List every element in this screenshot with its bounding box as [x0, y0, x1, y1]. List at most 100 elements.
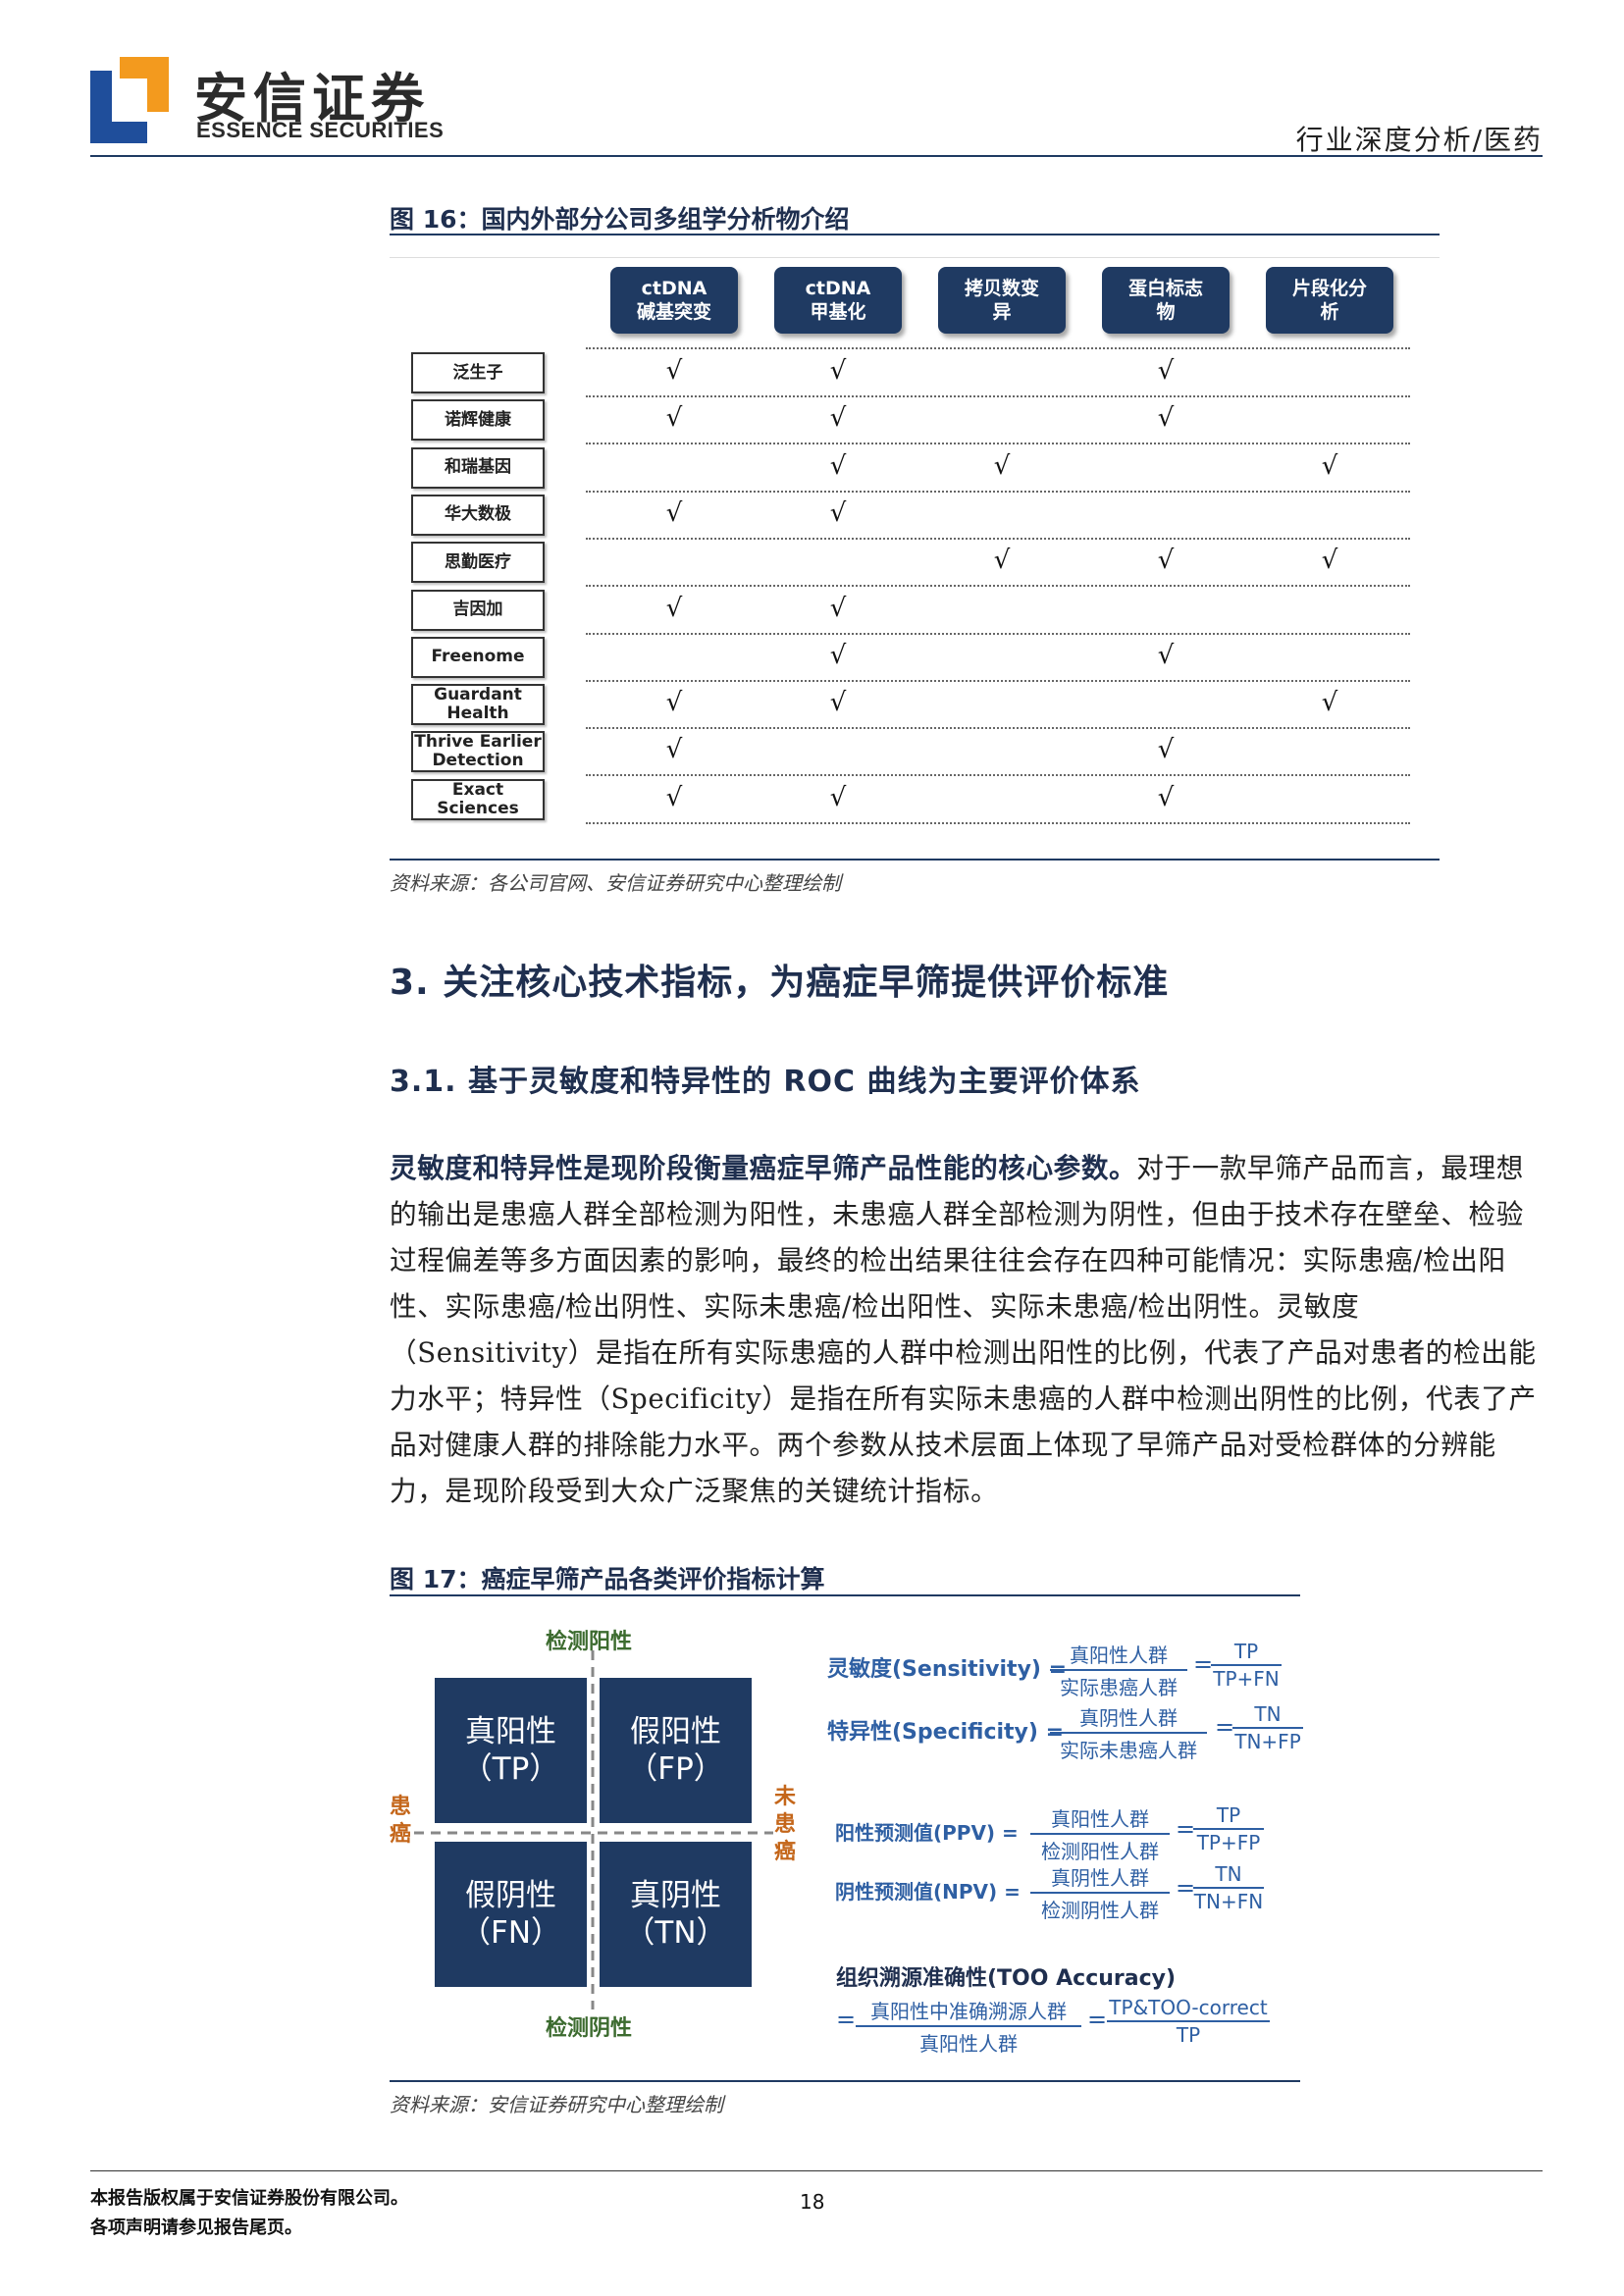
footer-notice: 各项声明请参见报告尾页。 — [90, 2218, 302, 2238]
sensitivity-label: 灵敏度(Sensitivity) = — [827, 1657, 1068, 1682]
check-mark-icon: √ — [1321, 450, 1338, 481]
specificity-label: 特异性(Specificity) = — [827, 1720, 1065, 1745]
body-paragraph: 灵敏度和特异性是现阶段衡量癌症早筛产品性能的核心参数。对于一款早筛产品而言，最理… — [390, 1145, 1547, 1514]
row-header: 诺辉健康 — [411, 399, 545, 442]
too-equals-1: = — [836, 2006, 857, 2033]
npv-label: 阴性预测值(NPV) = — [835, 1880, 1021, 1904]
specificity-numerator: 真阴性人群 — [1050, 1702, 1207, 1734]
subsection-heading: 3.1. 基于灵敏度和特异性的 ROC 曲线为主要评价体系 — [390, 1065, 1141, 1099]
too-abbr-denominator: TP — [1176, 2023, 1201, 2047]
row-header-line2: Sciences — [437, 798, 519, 818]
npv-denominator: 检测阴性人群 — [1041, 1899, 1159, 1922]
quadrant-tn-name: 真阴性 — [630, 1878, 721, 1913]
check-mark-icon: √ — [829, 356, 847, 386]
npv-fraction: 真阴性人群 检测阴性人群 — [1030, 1862, 1170, 1923]
row-divider — [586, 347, 1410, 349]
column-header: 片段化分析 — [1266, 267, 1393, 334]
ppv-abbr-fraction: TP TP+FP — [1193, 1803, 1264, 1854]
npv-abbr-numerator: TN — [1193, 1862, 1264, 1889]
row-header: Thrive Earlier Detection — [411, 731, 545, 773]
check-mark-icon: √ — [993, 546, 1011, 576]
figure16-top-rule — [390, 234, 1440, 235]
specificity-denominator: 实际未患癌人群 — [1060, 1739, 1197, 1762]
row-divider — [586, 395, 1410, 397]
row-header: 思勤医疗 — [411, 542, 545, 584]
quadrant-tp-name: 真阳性 — [465, 1714, 556, 1749]
sensitivity-denominator: 实际患癌人群 — [1060, 1676, 1178, 1699]
row-header-line1: 泛生子 — [452, 362, 503, 383]
figure16-bottom-rule — [390, 859, 1440, 861]
npv-abbr-fraction: TN TN+FN — [1193, 1862, 1264, 1913]
logo-english-name: ESSENCE SECURITIES — [196, 118, 445, 142]
specificity-abbr-denominator: TN+FP — [1234, 1730, 1301, 1753]
row-header-line1: 思勤医疗 — [445, 551, 511, 572]
ppv-abbr-denominator: TP+FP — [1196, 1831, 1261, 1854]
column-header: ctDNA 碱基突变 — [610, 267, 738, 334]
check-mark-icon: √ — [665, 356, 683, 386]
row-header-line2: Health — [446, 704, 509, 724]
too-equals-2: = — [1087, 2006, 1108, 2033]
figure16-source: 资料来源：各公司官网、安信证券研究中心整理绘制 — [390, 871, 841, 895]
column-header-line2: 物 — [1156, 301, 1176, 323]
row-header-line1: Freenome — [431, 647, 525, 667]
row-divider — [586, 632, 1410, 635]
figure17-source: 资料来源：安信证券研究中心整理绘制 — [390, 2093, 723, 2116]
check-mark-icon: √ — [665, 688, 683, 718]
sensitivity-fraction: 真阳性人群 实际患癌人群 — [1050, 1640, 1187, 1700]
report-section-label: 行业深度分析/医药 — [1295, 124, 1543, 156]
row-divider — [586, 537, 1410, 540]
row-header-line1: 吉因加 — [452, 600, 503, 619]
check-mark-icon: √ — [665, 497, 683, 528]
axis-detect-negative: 检测阴性 — [546, 2016, 633, 2041]
sensitivity-numerator: 真阳性人群 — [1050, 1640, 1187, 1671]
check-mark-icon: √ — [1321, 546, 1338, 576]
row-header: 华大数极 — [411, 494, 545, 536]
row-header-line1: 华大数极 — [445, 504, 511, 525]
column-header-line1: 蛋白标志 — [1127, 278, 1203, 299]
column-header-line1: 拷贝数变 — [964, 278, 1039, 299]
check-mark-icon: √ — [829, 497, 847, 528]
too-abbr-numerator: TP&TOO-correct — [1107, 1996, 1270, 2022]
paragraph-lead: 灵敏度和特异性是现阶段衡量癌症早筛产品性能的核心参数。 — [390, 1152, 1137, 1184]
row-header: 吉因加 — [411, 589, 545, 631]
row-divider — [586, 774, 1410, 777]
row-header: 泛生子 — [411, 352, 545, 393]
column-header-line2: 碱基突变 — [636, 301, 711, 323]
specificity-fraction: 真阴性人群 实际未患癌人群 — [1050, 1702, 1207, 1763]
check-mark-icon: √ — [829, 403, 847, 434]
ppv-denominator: 检测阳性人群 — [1041, 1840, 1159, 1863]
footer-divider — [90, 2170, 1543, 2171]
check-mark-icon: √ — [665, 782, 683, 812]
essence-logo-icon — [90, 57, 169, 143]
quadrant-false-positive: 假阳性 （FP） — [600, 1678, 752, 1823]
check-mark-icon: √ — [665, 403, 683, 434]
row-divider — [586, 490, 1410, 493]
paragraph-body: 对于一款早筛产品而言，最理想的输出是患癌人群全部检测为阳性，未患癌人群全部检测为… — [390, 1152, 1537, 1507]
quadrant-false-negative: 假阴性 （FN） — [435, 1842, 587, 1987]
quadrant-tn-abbr: （TN） — [624, 1915, 727, 1951]
quadrant-true-negative: 真阴性 （TN） — [600, 1842, 752, 1987]
column-header-line2: 析 — [1320, 301, 1339, 323]
too-label: 组织溯源准确性(TOO Accuracy) — [836, 1966, 1177, 1991]
ppv-label: 阳性预测值(PPV) = — [835, 1821, 1019, 1845]
npv-abbr-denominator: TN+FN — [1193, 1890, 1264, 1913]
row-divider — [586, 443, 1410, 445]
page-number: 18 — [800, 2190, 825, 2214]
column-header-line1: ctDNA — [805, 278, 871, 299]
footer-copyright: 本报告版权属于安信证券股份有限公司。 — [90, 2188, 408, 2209]
check-mark-icon: √ — [829, 782, 847, 812]
figure16-thin-rule — [390, 257, 1440, 258]
specificity-abbr-fraction: TN TN+FP — [1232, 1702, 1303, 1753]
check-mark-icon: √ — [829, 640, 847, 670]
row-divider — [586, 585, 1410, 588]
check-mark-icon: √ — [829, 593, 847, 623]
sensitivity-abbr-fraction: TP TP+FN — [1211, 1640, 1282, 1691]
column-header-line1: 片段化分 — [1291, 278, 1367, 299]
check-mark-icon: √ — [1157, 546, 1175, 576]
header-divider — [90, 155, 1543, 157]
column-header-line1: ctDNA — [641, 278, 707, 299]
too-denominator: 真阳性人群 — [919, 2032, 1018, 2056]
too-numerator: 真阳性中准确溯源人群 — [856, 1996, 1081, 2027]
figure17-bottom-rule — [390, 2080, 1300, 2082]
check-mark-icon: √ — [1157, 735, 1175, 765]
